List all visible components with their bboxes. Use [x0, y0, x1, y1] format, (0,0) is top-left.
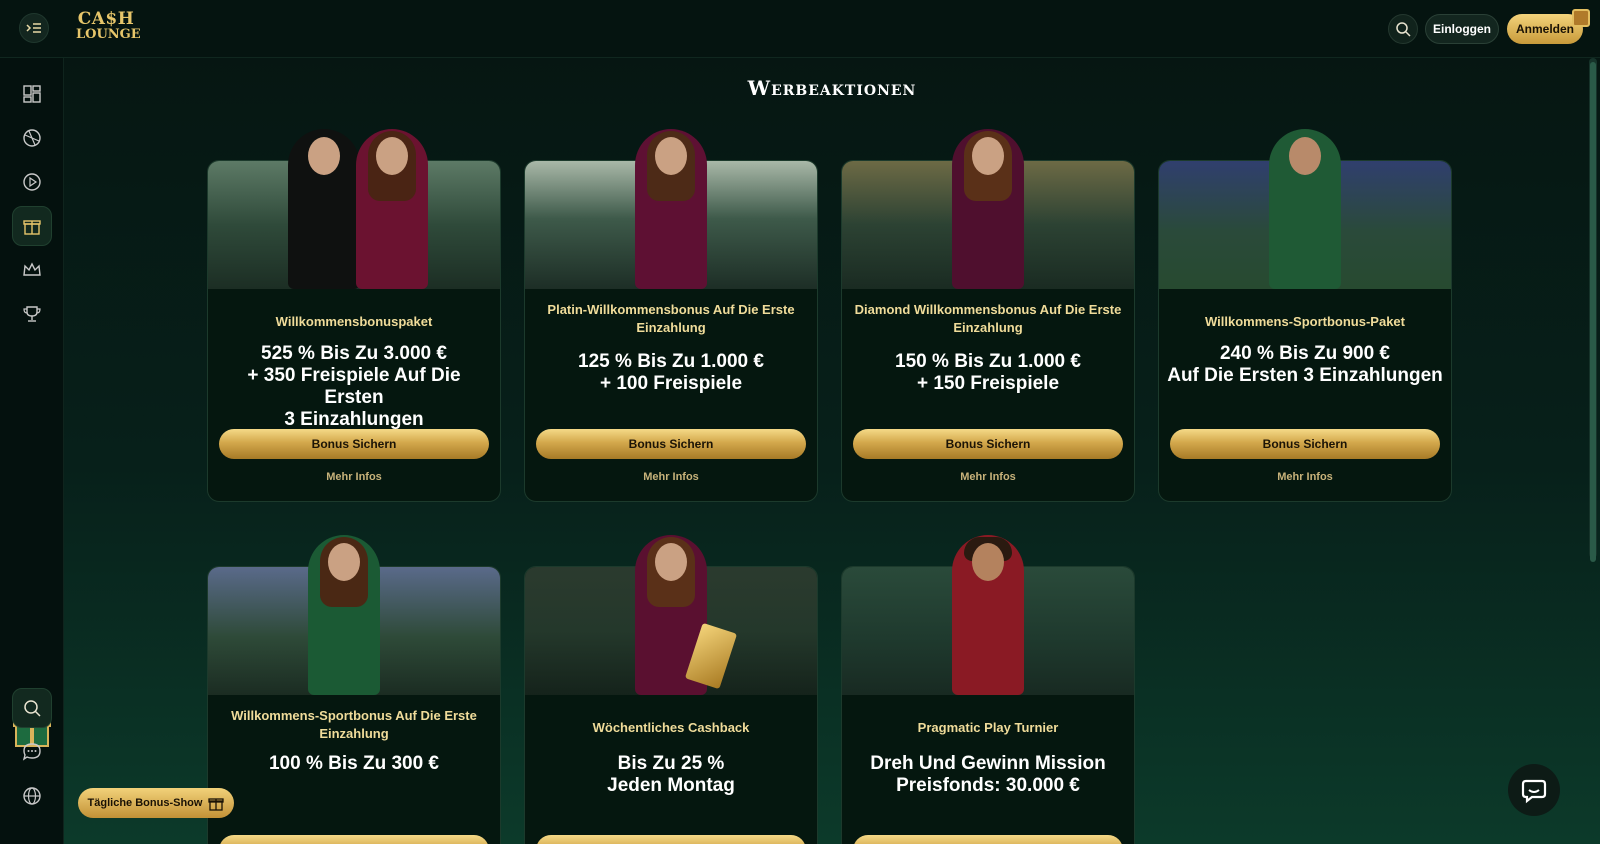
promo-card-title: Platin-Willkommensbonus Auf Die Erste Ei…: [547, 302, 795, 335]
logo-line1: CA$H: [77, 9, 135, 29]
promo-card-title: Pragmatic Play Turnier: [917, 720, 1059, 735]
sports-ball-icon[interactable]: [12, 118, 52, 158]
more-info-link[interactable]: Mehr Infos: [842, 471, 1134, 483]
dashboard-icon[interactable]: [12, 74, 52, 114]
promo-card-offer-line: + 350 Freispiele Auf Die Ersten: [247, 365, 461, 408]
promo-card-offer-line: 100 % Bis Zu 300 €: [268, 753, 440, 774]
promo-card-image: [1159, 125, 1451, 289]
more-info-link[interactable]: Mehr Infos: [525, 471, 817, 483]
promo-card-offer-line: Dreh Und Gewinn Mission: [870, 753, 1106, 774]
chat-icon[interactable]: [12, 732, 52, 772]
chat-bubble-icon[interactable]: [1508, 764, 1560, 816]
promo-card-title: Willkommens-Sportbonus Auf Die Erste Ein…: [231, 708, 477, 741]
search-icon[interactable]: [1388, 14, 1418, 44]
promo-card: Willkommensbonuspaket 525 % Bis Zu 3.000…: [207, 129, 501, 502]
login-button[interactable]: Einloggen: [1425, 14, 1499, 44]
promo-card-image: [842, 531, 1134, 695]
promo-card-offer-line: 3 Einzahlungen: [284, 409, 424, 430]
promo-card-image: [525, 531, 817, 695]
bonus-claim-button[interactable]: Bonus Sichern: [219, 835, 489, 844]
globe-icon[interactable]: [12, 776, 52, 816]
crown-icon[interactable]: [12, 250, 52, 290]
top-header: CA$H LOUNGE Einloggen Anmelden: [0, 0, 1600, 58]
promo-card-offer-line: 150 % Bis Zu 1.000 €: [895, 351, 1081, 372]
left-sidebar: [0, 58, 64, 844]
promo-card-offer-line: Auf Die Ersten 3 Einzahlungen: [1167, 365, 1443, 386]
promo-card-image: [525, 125, 817, 289]
page-title: Werbeaktionen: [747, 76, 917, 100]
promo-card-offer-line: 525 % Bis Zu 3.000 €: [261, 343, 447, 364]
promo-card: Willkommens-Sportbonus-Paket 240 % Bis Z…: [1158, 129, 1452, 502]
site-logo[interactable]: CA$H LOUNGE: [76, 9, 141, 43]
logo-line2: LOUNGE: [76, 27, 141, 42]
menu-expand-icon[interactable]: [19, 13, 49, 43]
promo-card-title: Willkommensbonuspaket: [275, 314, 433, 329]
promo-card-offer-line: Preisfonds: 30.000 €: [896, 775, 1080, 796]
daily-bonus-show-button[interactable]: Tägliche Bonus-Show: [78, 788, 234, 818]
promo-card: Wöchentliches Cashback Bis Zu 25 % Jeden…: [524, 535, 818, 844]
promo-card-title: Willkommens-Sportbonus-Paket: [1205, 314, 1405, 329]
bonus-claim-button[interactable]: Bonus Sichern: [536, 429, 806, 459]
bonus-claim-button[interactable]: Bonus Sichern: [853, 835, 1123, 844]
gift-icon[interactable]: [12, 206, 52, 246]
promo-card-offer-line: 240 % Bis Zu 900 €: [1219, 343, 1391, 364]
promo-card-offer-line: + 100 Freispiele: [599, 373, 743, 394]
search-icon[interactable]: [12, 688, 52, 728]
promo-card-image: [208, 125, 500, 289]
promo-card-title: Diamond Willkommensbonus Auf Die Erste E…: [854, 302, 1122, 335]
gift-badge-icon: [1572, 9, 1590, 27]
bonus-claim-button[interactable]: Bonus Sichern: [219, 429, 489, 459]
promo-card-image: [208, 531, 500, 695]
promo-card-offer-line: + 150 Freispiele: [916, 373, 1060, 394]
more-info-link[interactable]: Mehr Infos: [1159, 471, 1451, 483]
promo-card: Platin-Willkommensbonus Auf Die Erste Ei…: [524, 129, 818, 502]
promo-card-offer-line: Jeden Montag: [607, 775, 735, 796]
trophy-icon[interactable]: [12, 294, 52, 334]
promo-card: Willkommens-Sportbonus Auf Die Erste Ein…: [207, 535, 501, 844]
bonus-claim-button[interactable]: Bonus Sichern: [853, 429, 1123, 459]
promo-card-offer-line: 125 % Bis Zu 1.000 €: [578, 351, 764, 372]
promo-card: Pragmatic Play Turnier Dreh Und Gewinn M…: [841, 535, 1135, 844]
promo-card: Diamond Willkommensbonus Auf Die Erste E…: [841, 129, 1135, 502]
daily-bonus-show-label: Tägliche Bonus-Show: [87, 797, 203, 809]
promo-card-offer-line: Bis Zu 25 %: [617, 753, 725, 774]
bonus-claim-button[interactable]: Bonus Sichern: [536, 835, 806, 844]
more-info-link[interactable]: Mehr Infos: [208, 471, 500, 483]
scrollbar-thumb[interactable]: [1590, 62, 1596, 562]
bonus-claim-button[interactable]: Bonus Sichern: [1170, 429, 1440, 459]
gift-icon: [208, 798, 225, 811]
promo-card-image: [842, 125, 1134, 289]
promo-card-title: Wöchentliches Cashback: [592, 720, 750, 735]
live-play-icon[interactable]: [12, 162, 52, 202]
